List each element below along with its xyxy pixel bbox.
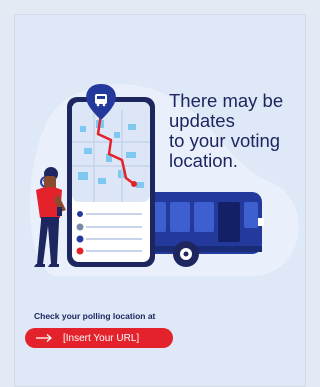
headline-line-1: There may be	[169, 90, 284, 111]
headline-line-2: updates	[169, 110, 235, 131]
headline-line-3: to your voting	[169, 130, 281, 151]
insert-url-label: [Insert Your URL]	[63, 332, 140, 344]
headline-line-4: location.	[169, 150, 238, 171]
headline-text: There may be updates to your voting loca…	[169, 91, 309, 171]
insert-url-button[interactable]: [Insert Your URL]	[25, 328, 173, 348]
check-polling-label: Check your polling location at	[34, 311, 156, 321]
arrow-right-icon	[36, 334, 52, 342]
smartphone	[67, 97, 155, 267]
page-frame: There may be updates to your voting loca…	[0, 0, 313, 387]
